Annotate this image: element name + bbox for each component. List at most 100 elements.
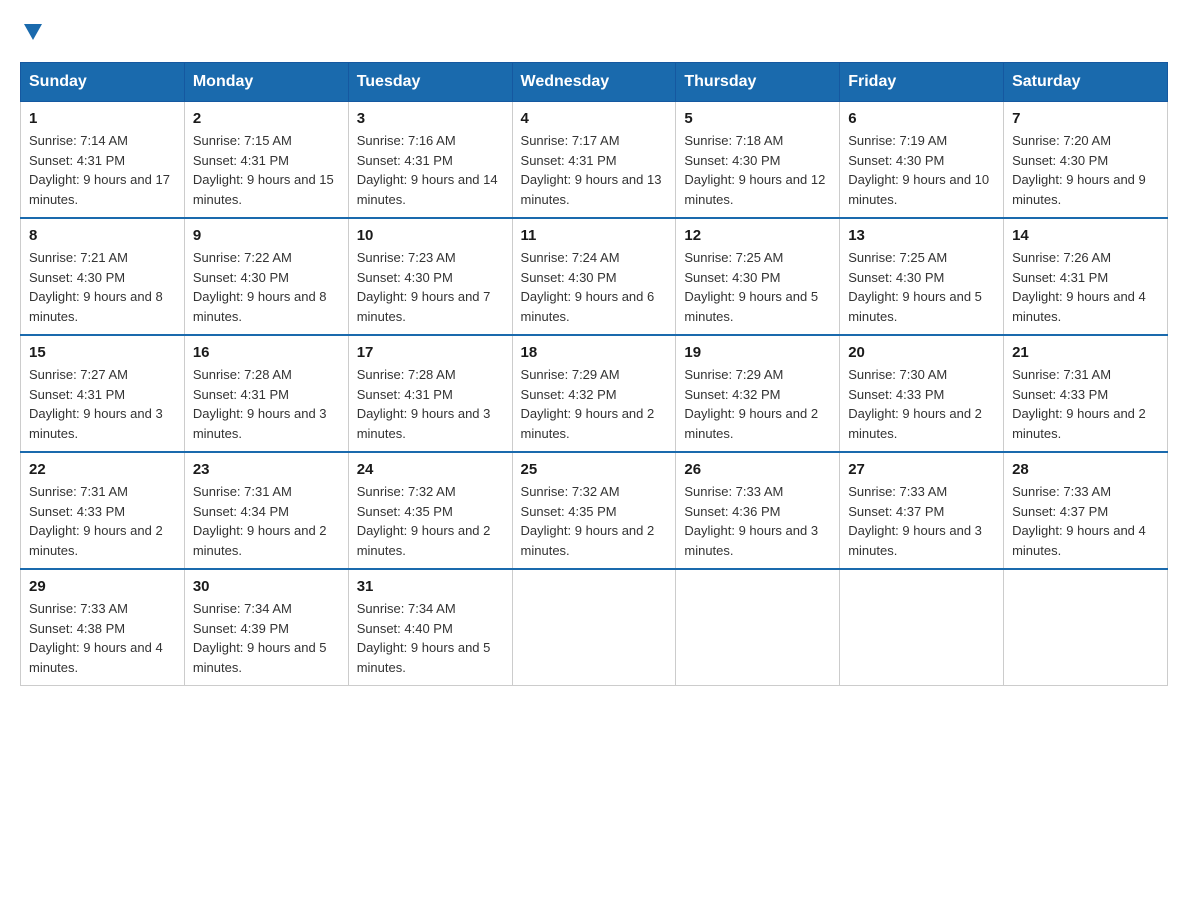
calendar-cell: 7 Sunrise: 7:20 AMSunset: 4:30 PMDaylight… xyxy=(1004,102,1168,219)
day-number: 11 xyxy=(521,227,668,244)
day-number: 4 xyxy=(521,110,668,127)
logo-triangle-icon xyxy=(22,20,44,42)
day-number: 31 xyxy=(357,578,504,595)
day-header-wednesday: Wednesday xyxy=(512,63,676,102)
calendar-cell xyxy=(676,569,840,686)
calendar-cell: 22 Sunrise: 7:31 AMSunset: 4:33 PMDayligh… xyxy=(21,452,185,569)
day-info: Sunrise: 7:32 AMSunset: 4:35 PMDaylight:… xyxy=(521,482,668,560)
day-number: 29 xyxy=(29,578,176,595)
day-number: 21 xyxy=(1012,344,1159,361)
day-info: Sunrise: 7:18 AMSunset: 4:30 PMDaylight:… xyxy=(684,131,831,209)
calendar-cell xyxy=(512,569,676,686)
calendar-cell: 19 Sunrise: 7:29 AMSunset: 4:32 PMDayligh… xyxy=(676,335,840,452)
calendar-cell: 14 Sunrise: 7:26 AMSunset: 4:31 PMDayligh… xyxy=(1004,218,1168,335)
calendar-cell: 5Sunrise: 7:18 AMSunset: 4:30 PMDaylight… xyxy=(676,102,840,219)
day-info: Sunrise: 7:31 AMSunset: 4:33 PMDaylight:… xyxy=(29,482,176,560)
day-info: Sunrise: 7:26 AMSunset: 4:31 PMDaylight:… xyxy=(1012,248,1159,326)
calendar-cell: 29 Sunrise: 7:33 AMSunset: 4:38 PMDayligh… xyxy=(21,569,185,686)
day-number: 22 xyxy=(29,461,176,478)
logo xyxy=(20,20,44,42)
day-info: Sunrise: 7:16 AMSunset: 4:31 PMDaylight:… xyxy=(357,131,504,209)
calendar-week-row: 15 Sunrise: 7:27 AMSunset: 4:31 PMDayligh… xyxy=(21,335,1168,452)
day-number: 16 xyxy=(193,344,340,361)
calendar-cell: 8 Sunrise: 7:21 AMSunset: 4:30 PMDaylight… xyxy=(21,218,185,335)
calendar-cell: 2 Sunrise: 7:15 AMSunset: 4:31 PMDaylight… xyxy=(184,102,348,219)
calendar-table: SundayMondayTuesdayWednesdayThursdayFrid… xyxy=(20,62,1168,686)
day-info: Sunrise: 7:33 AMSunset: 4:38 PMDaylight:… xyxy=(29,599,176,677)
calendar-cell: 17Sunrise: 7:28 AMSunset: 4:31 PMDayligh… xyxy=(348,335,512,452)
day-number: 23 xyxy=(193,461,340,478)
day-info: Sunrise: 7:31 AMSunset: 4:33 PMDaylight:… xyxy=(1012,365,1159,443)
calendar-cell: 24 Sunrise: 7:32 AMSunset: 4:35 PMDayligh… xyxy=(348,452,512,569)
day-number: 2 xyxy=(193,110,340,127)
calendar-cell: 27 Sunrise: 7:33 AMSunset: 4:37 PMDayligh… xyxy=(840,452,1004,569)
calendar-cell: 20 Sunrise: 7:30 AMSunset: 4:33 PMDayligh… xyxy=(840,335,1004,452)
day-number: 6 xyxy=(848,110,995,127)
day-header-saturday: Saturday xyxy=(1004,63,1168,102)
calendar-cell: 31 Sunrise: 7:34 AMSunset: 4:40 PMDayligh… xyxy=(348,569,512,686)
page-header xyxy=(20,20,1168,42)
day-info: Sunrise: 7:33 AMSunset: 4:37 PMDaylight:… xyxy=(1012,482,1159,560)
calendar-cell: 26 Sunrise: 7:33 AMSunset: 4:36 PMDayligh… xyxy=(676,452,840,569)
day-number: 12 xyxy=(684,227,831,244)
calendar-cell: 10 Sunrise: 7:23 AMSunset: 4:30 PMDayligh… xyxy=(348,218,512,335)
day-number: 20 xyxy=(848,344,995,361)
day-info: Sunrise: 7:29 AMSunset: 4:32 PMDaylight:… xyxy=(521,365,668,443)
calendar-week-row: 8 Sunrise: 7:21 AMSunset: 4:30 PMDaylight… xyxy=(21,218,1168,335)
calendar-cell: 25Sunrise: 7:32 AMSunset: 4:35 PMDayligh… xyxy=(512,452,676,569)
day-number: 9 xyxy=(193,227,340,244)
calendar-week-row: 22 Sunrise: 7:31 AMSunset: 4:33 PMDayligh… xyxy=(21,452,1168,569)
calendar-cell: 4 Sunrise: 7:17 AMSunset: 4:31 PMDaylight… xyxy=(512,102,676,219)
day-number: 30 xyxy=(193,578,340,595)
calendar-cell: 30 Sunrise: 7:34 AMSunset: 4:39 PMDayligh… xyxy=(184,569,348,686)
day-number: 7 xyxy=(1012,110,1159,127)
day-info: Sunrise: 7:25 AMSunset: 4:30 PMDaylight:… xyxy=(848,248,995,326)
day-info: Sunrise: 7:32 AMSunset: 4:35 PMDaylight:… xyxy=(357,482,504,560)
day-info: Sunrise: 7:15 AMSunset: 4:31 PMDaylight:… xyxy=(193,131,340,209)
calendar-cell: 6Sunrise: 7:19 AMSunset: 4:30 PMDaylight… xyxy=(840,102,1004,219)
day-info: Sunrise: 7:14 AMSunset: 4:31 PMDaylight:… xyxy=(29,131,176,209)
calendar-cell: 16Sunrise: 7:28 AMSunset: 4:31 PMDayligh… xyxy=(184,335,348,452)
day-info: Sunrise: 7:30 AMSunset: 4:33 PMDaylight:… xyxy=(848,365,995,443)
day-header-friday: Friday xyxy=(840,63,1004,102)
day-info: Sunrise: 7:33 AMSunset: 4:36 PMDaylight:… xyxy=(684,482,831,560)
day-info: Sunrise: 7:22 AMSunset: 4:30 PMDaylight:… xyxy=(193,248,340,326)
calendar-cell xyxy=(1004,569,1168,686)
day-info: Sunrise: 7:27 AMSunset: 4:31 PMDaylight:… xyxy=(29,365,176,443)
day-number: 15 xyxy=(29,344,176,361)
day-number: 24 xyxy=(357,461,504,478)
day-number: 18 xyxy=(521,344,668,361)
day-info: Sunrise: 7:34 AMSunset: 4:40 PMDaylight:… xyxy=(357,599,504,677)
day-header-thursday: Thursday xyxy=(676,63,840,102)
day-number: 8 xyxy=(29,227,176,244)
day-number: 10 xyxy=(357,227,504,244)
day-number: 14 xyxy=(1012,227,1159,244)
day-info: Sunrise: 7:17 AMSunset: 4:31 PMDaylight:… xyxy=(521,131,668,209)
day-info: Sunrise: 7:23 AMSunset: 4:30 PMDaylight:… xyxy=(357,248,504,326)
day-info: Sunrise: 7:21 AMSunset: 4:30 PMDaylight:… xyxy=(29,248,176,326)
day-info: Sunrise: 7:34 AMSunset: 4:39 PMDaylight:… xyxy=(193,599,340,677)
day-number: 19 xyxy=(684,344,831,361)
calendar-week-row: 1 Sunrise: 7:14 AMSunset: 4:31 PMDaylight… xyxy=(21,102,1168,219)
day-info: Sunrise: 7:20 AMSunset: 4:30 PMDaylight:… xyxy=(1012,131,1159,209)
calendar-cell: 28 Sunrise: 7:33 AMSunset: 4:37 PMDayligh… xyxy=(1004,452,1168,569)
calendar-cell: 1 Sunrise: 7:14 AMSunset: 4:31 PMDaylight… xyxy=(21,102,185,219)
day-number: 1 xyxy=(29,110,176,127)
calendar-cell: 18 Sunrise: 7:29 AMSunset: 4:32 PMDayligh… xyxy=(512,335,676,452)
day-number: 27 xyxy=(848,461,995,478)
calendar-cell: 13Sunrise: 7:25 AMSunset: 4:30 PMDayligh… xyxy=(840,218,1004,335)
calendar-cell: 12 Sunrise: 7:25 AMSunset: 4:30 PMDayligh… xyxy=(676,218,840,335)
calendar-cell: 23Sunrise: 7:31 AMSunset: 4:34 PMDayligh… xyxy=(184,452,348,569)
calendar-cell xyxy=(840,569,1004,686)
day-number: 26 xyxy=(684,461,831,478)
day-number: 3 xyxy=(357,110,504,127)
calendar-week-row: 29 Sunrise: 7:33 AMSunset: 4:38 PMDayligh… xyxy=(21,569,1168,686)
day-info: Sunrise: 7:29 AMSunset: 4:32 PMDaylight:… xyxy=(684,365,831,443)
calendar-cell: 3 Sunrise: 7:16 AMSunset: 4:31 PMDaylight… xyxy=(348,102,512,219)
calendar-cell: 21 Sunrise: 7:31 AMSunset: 4:33 PMDayligh… xyxy=(1004,335,1168,452)
day-info: Sunrise: 7:25 AMSunset: 4:30 PMDaylight:… xyxy=(684,248,831,326)
calendar-cell: 11Sunrise: 7:24 AMSunset: 4:30 PMDayligh… xyxy=(512,218,676,335)
day-number: 17 xyxy=(357,344,504,361)
day-info: Sunrise: 7:33 AMSunset: 4:37 PMDaylight:… xyxy=(848,482,995,560)
day-number: 28 xyxy=(1012,461,1159,478)
